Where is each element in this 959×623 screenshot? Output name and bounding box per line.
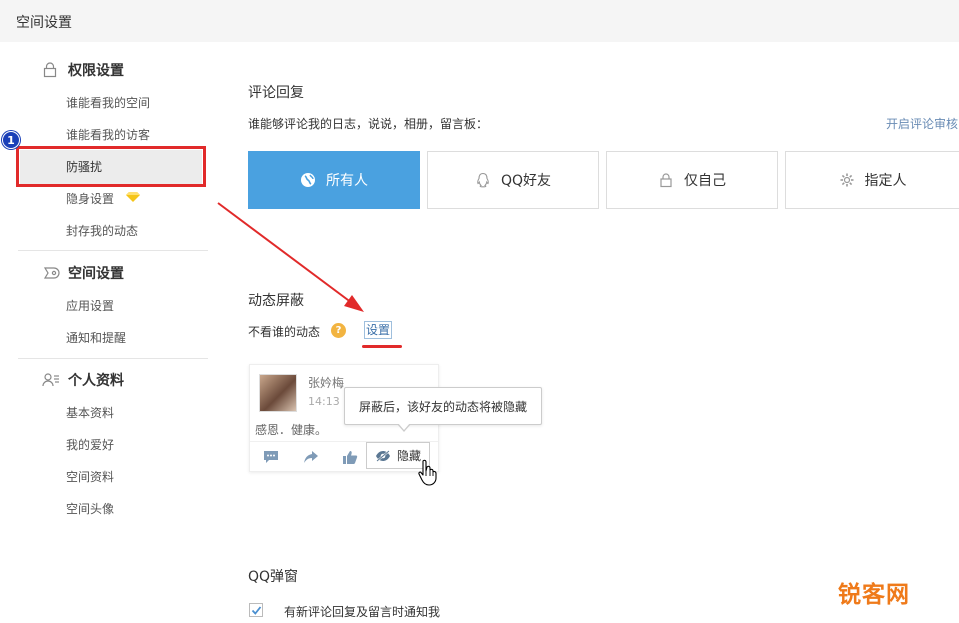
- notify-checkbox[interactable]: [249, 603, 263, 617]
- comment-reply-question: 谁能够评论我的日志，说说，相册，留言板：: [248, 117, 489, 131]
- feed-block-label: 不看谁的动态: [248, 325, 321, 339]
- enable-review-link[interactable]: 开启评论审核: [886, 115, 958, 132]
- check-icon: [251, 606, 262, 615]
- option-label: 指定人: [864, 173, 907, 189]
- feed-block-settings-link[interactable]: 设置: [364, 321, 392, 339]
- sidebar-item-notifications[interactable]: 通知和提醒: [66, 329, 126, 346]
- option-specified[interactable]: 指定人: [785, 151, 959, 209]
- share-icon[interactable]: [303, 450, 319, 464]
- globe-icon: [300, 172, 316, 188]
- sidebar-divider: [18, 250, 208, 251]
- profile-icon: [42, 372, 60, 388]
- hide-tooltip: 屏蔽后，该好友的动态将被隐藏: [344, 387, 542, 432]
- sidebar-item-space-avatar[interactable]: 空间头像: [66, 500, 114, 517]
- sidebar-item-app-settings[interactable]: 应用设置: [66, 297, 114, 314]
- lock-icon: [658, 172, 674, 188]
- sidebar-item-space-info[interactable]: 空间资料: [66, 468, 114, 485]
- sidebar-item-who-can-view-visitors[interactable]: 谁能看我的访客: [66, 126, 150, 143]
- hand-cursor-icon: [418, 459, 437, 486]
- feed-time: 14:13: [308, 395, 340, 408]
- option-label: 仅自己: [684, 173, 726, 189]
- eye-slash-icon: [375, 449, 390, 462]
- comment-icon[interactable]: [263, 450, 279, 464]
- lock-icon: [42, 62, 60, 78]
- notify-checkbox-label[interactable]: 有新评论回复及留言时通知我: [284, 603, 440, 620]
- feed-action-bar: 隐藏: [250, 441, 438, 471]
- highlight-box: [16, 146, 206, 187]
- sidebar-item-invisible[interactable]: 隐身设置: [66, 190, 114, 207]
- option-label: QQ好友: [500, 173, 552, 189]
- feed-block-title: 动态屏蔽: [248, 293, 304, 309]
- option-label: 所有人: [326, 173, 368, 189]
- sidebar-item-archive-feeds[interactable]: 封存我的动态: [66, 222, 138, 239]
- sidebar-item-hobbies[interactable]: 我的爱好: [66, 436, 114, 453]
- diamond-icon: [126, 192, 140, 202]
- qq-penguin-icon: [475, 172, 491, 188]
- tooltip-tail: [397, 423, 411, 432]
- sidebar-divider: [18, 358, 208, 359]
- feed-content: 感恩．健康。: [255, 423, 328, 437]
- sidebar-section-permissions[interactable]: 权限设置: [42, 60, 124, 80]
- sidebar: 权限设置 谁能看我的空间 谁能看我的访客 防骚扰 隐身设置 封存我的动态 空间设…: [0, 42, 215, 623]
- sidebar-section-profile[interactable]: 个人资料: [42, 370, 124, 390]
- feed-username: 张妗梅: [308, 376, 345, 390]
- avatar: [259, 374, 297, 412]
- option-only-me[interactable]: 仅自己: [606, 151, 778, 209]
- sidebar-section-label: 权限设置: [68, 63, 124, 79]
- gear-icon: [839, 172, 855, 188]
- like-icon[interactable]: [342, 450, 358, 464]
- red-underline-annotation: [362, 345, 402, 348]
- option-everyone[interactable]: 所有人: [248, 151, 420, 209]
- page-title: 空间设置: [16, 15, 72, 31]
- sidebar-section-label: 个人资料: [68, 373, 124, 389]
- qq-popup-title: QQ弹窗: [248, 569, 299, 585]
- sidebar-section-space[interactable]: 空间设置: [42, 263, 124, 283]
- space-icon: [42, 265, 60, 281]
- help-icon[interactable]: ?: [331, 323, 346, 338]
- option-qq-friends[interactable]: QQ好友: [427, 151, 599, 209]
- watermark-logo: 锐客网: [838, 582, 910, 608]
- tooltip-text: 屏蔽后，该好友的动态将被隐藏: [358, 399, 527, 414]
- sidebar-item-basic-info[interactable]: 基本资料: [66, 404, 114, 421]
- step-badge: 1: [2, 131, 20, 149]
- top-bar: 空间设置: [0, 0, 959, 42]
- sidebar-section-label: 空间设置: [68, 266, 124, 282]
- sidebar-item-who-can-view-space[interactable]: 谁能看我的空间: [66, 94, 150, 111]
- comment-reply-title: 评论回复: [248, 85, 304, 101]
